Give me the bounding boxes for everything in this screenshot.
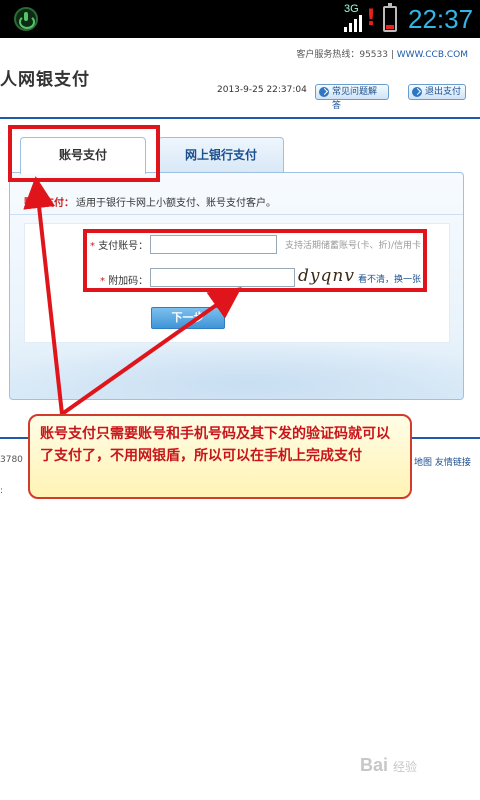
exit-button[interactable]: 退出支付: [408, 84, 466, 100]
status-bar: 3G ! 22:37: [0, 0, 480, 38]
watermark-sub: 经验: [393, 760, 418, 774]
site-link[interactable]: WWW.CCB.COM: [397, 50, 468, 60]
footer-links[interactable]: 地图 友情链接: [414, 455, 471, 468]
highlight-form-box: [83, 229, 427, 292]
battery-level: [386, 25, 394, 29]
header-divider: [0, 117, 480, 119]
footer-text: 3780: [0, 455, 23, 465]
power-icon[interactable]: [14, 7, 38, 31]
watermark-main: Bai: [360, 755, 389, 775]
faq-button-label: 常见问题解答: [332, 87, 378, 111]
arrow-circle-icon: [412, 87, 422, 97]
faq-button[interactable]: 常见问题解答: [315, 84, 389, 111]
status-clock: 22:37: [408, 4, 474, 34]
annotation-callout: 账号支付只需要账号和手机号码及其下发的验证码就可以了支付了，不用网银盾，所以可以…: [28, 414, 412, 499]
page-title: 人网银支付: [0, 70, 90, 90]
arrow-circle-icon: [319, 87, 329, 97]
next-button[interactable]: 下一步: [151, 307, 225, 329]
panel-decoration: [10, 339, 463, 399]
screen: { "status_bar": { "network_label": "3G",…: [0, 0, 480, 800]
description-row: 账号支付： 适用于银行卡网上小额支付、账号支付客户。: [10, 183, 463, 215]
watermark: Bai 经验: [360, 755, 417, 776]
footer-text-2: :: [0, 486, 4, 496]
exit-button-label: 退出支付: [425, 87, 462, 97]
hotline: 客户服务热线：95533 | WWW.CCB.COM: [296, 47, 468, 60]
description-text: 适用于银行卡网上小额支付、账号支付客户。: [76, 198, 276, 209]
tab-account-payment[interactable]: 账号支付: [20, 137, 146, 174]
description-title: 账号支付：: [24, 198, 74, 209]
datetime: 2013-9-25 22:37:04: [217, 85, 307, 95]
signal-icon: [344, 14, 364, 32]
tab-online-banking[interactable]: 网上银行支付: [158, 137, 284, 173]
alert-icon: !: [366, 6, 377, 31]
battery-icon: [383, 3, 397, 32]
annotation-arrows: [23, 176, 242, 416]
hotline-text: 客户服务热线：95533 |: [296, 50, 397, 60]
